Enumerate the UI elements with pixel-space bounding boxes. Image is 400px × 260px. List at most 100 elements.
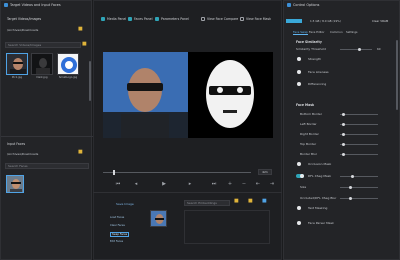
- occlusion-mask-toggle[interactable]: [297, 162, 301, 166]
- toggle-label: Media Panel: [107, 17, 127, 21]
- target-path[interactable]: \Archives\Downloads: [7, 28, 38, 32]
- filter-icon[interactable]: ■: [82, 41, 87, 47]
- video-frame: [103, 52, 273, 138]
- next-icon[interactable]: ▸: [186, 181, 194, 187]
- size-slider[interactable]: [340, 187, 378, 188]
- input-face-thumbnail[interactable]: [6, 175, 24, 193]
- divider: [1, 136, 93, 137]
- differencing-toggle[interactable]: [297, 82, 301, 86]
- tab-face-swap[interactable]: Face Swap: [293, 30, 308, 35]
- tab-face-editor[interactable]: Face Editor: [309, 30, 325, 34]
- embedding-search-input[interactable]: Search Embeddings: [184, 200, 230, 206]
- embedding-list[interactable]: [184, 210, 270, 244]
- mask-row-slider[interactable]: [340, 124, 378, 125]
- toggle-parameters-panel[interactable]: Parameters Panel: [155, 17, 189, 21]
- dfl-xseg-handle[interactable]: [351, 175, 354, 178]
- remove-marker-icon[interactable]: −: [240, 181, 248, 187]
- vram-bar: [286, 19, 302, 23]
- prev-marker-icon[interactable]: ⇤: [254, 181, 262, 187]
- mask-row-label: Border Blur: [300, 152, 318, 156]
- similarity-threshold-label: Similarity Threshold: [296, 47, 326, 51]
- seek-bar[interactable]: [103, 172, 251, 173]
- text-masking-label: Text Masking: [308, 206, 328, 210]
- found-face-thumbnail[interactable]: [150, 210, 167, 227]
- similarity-threshold-slider[interactable]: [340, 49, 372, 50]
- tab-common[interactable]: Common: [330, 30, 343, 34]
- target-header: Target Videos/Images: [7, 17, 42, 21]
- dfl-xseg-label: DFL XSeg Mask: [308, 174, 332, 178]
- seek-handle[interactable]: [113, 170, 116, 175]
- next-marker-icon[interactable]: ⇥: [268, 181, 276, 187]
- strength-toggle[interactable]: [297, 57, 301, 61]
- scrollbar[interactable]: [89, 61, 91, 101]
- swap-faces-button[interactable]: Swap Faces: [110, 232, 130, 237]
- face-parser-toggle[interactable]: [297, 221, 301, 225]
- mask-row-slider[interactable]: [340, 154, 378, 155]
- checkbox-icon[interactable]: [201, 17, 205, 21]
- mask-row-slider[interactable]: [340, 144, 378, 145]
- first-frame-icon[interactable]: ⏮: [114, 181, 122, 187]
- dfl-xseg-toggle[interactable]: [296, 174, 304, 178]
- edit-faces-button[interactable]: Edit Faces: [110, 240, 123, 243]
- target-caption: SmallLogo.jpg: [58, 76, 78, 79]
- panel-icon: [287, 3, 291, 7]
- save-image-label[interactable]: Save Image: [116, 202, 134, 206]
- target-search-input[interactable]: Search Videos/Images: [5, 42, 81, 48]
- input-path[interactable]: \Archives\Downloads: [7, 152, 38, 156]
- face-search-input[interactable]: Search Faces: [5, 163, 89, 169]
- tab-settings[interactable]: Settings: [346, 30, 357, 34]
- dfl-xseg-slider[interactable]: [340, 176, 378, 177]
- toggle-face-compare[interactable]: View Face Compare: [201, 17, 238, 21]
- size-label: Size: [300, 185, 307, 189]
- target-thumbnail[interactable]: [57, 53, 79, 75]
- toggle-label: View Face Compare: [207, 17, 239, 21]
- checkbox-icon[interactable]: [155, 17, 159, 21]
- folder-icon[interactable]: ■: [78, 26, 83, 32]
- occlusion-mask-label: Occlusion Mask: [308, 162, 332, 166]
- similarity-threshold-handle[interactable]: [357, 48, 361, 51]
- save-as-icon[interactable]: ■: [262, 198, 267, 204]
- clear-faces-button[interactable]: Clear Faces: [110, 224, 125, 227]
- right-panel-title: Control Options: [293, 3, 320, 7]
- text-masking-toggle[interactable]: [297, 206, 301, 210]
- logo-thumbnail-image: [58, 54, 78, 74]
- faces-divider: [93, 192, 282, 193]
- scrollbar[interactable]: [396, 40, 398, 110]
- right-panel-titlebar: Control Options: [287, 3, 319, 7]
- previous-icon[interactable]: ◂: [132, 181, 140, 187]
- load-faces-button[interactable]: Load Faces: [110, 216, 124, 219]
- size-handle[interactable]: [349, 186, 352, 189]
- face-likeness-label: Face Likeness: [308, 70, 329, 74]
- toggle-media-panel[interactable]: Media Panel: [101, 17, 126, 21]
- target-thumbnail-image: [7, 54, 27, 74]
- target-caption: Dark.jpg: [36, 76, 48, 79]
- video-display[interactable]: [103, 52, 273, 138]
- mask-row-slider[interactable]: [340, 114, 378, 115]
- vram-status: 1.5 GB / 8.0 GB (19%): [310, 19, 341, 23]
- strength-label: Strength: [308, 57, 321, 61]
- occluded-blur-slider[interactable]: [340, 198, 378, 199]
- differencing-label: Differencing: [308, 82, 327, 86]
- target-thumbnail[interactable]: [31, 53, 53, 75]
- toggle-label: Faces Panel: [134, 17, 153, 21]
- save-embedding-icon[interactable]: ■: [234, 198, 239, 204]
- mask-row-slider[interactable]: [340, 134, 378, 135]
- open-embedding-icon[interactable]: ■: [248, 198, 253, 204]
- folder-icon[interactable]: ■: [78, 149, 83, 155]
- toggle-face-mask[interactable]: View Face Mask: [240, 17, 271, 21]
- clear-vram-button[interactable]: Clear VRAM: [372, 19, 388, 23]
- checkbox-icon[interactable]: [240, 17, 244, 21]
- toggle-faces-panel[interactable]: Faces Panel: [128, 17, 152, 21]
- checkbox-icon[interactable]: [101, 17, 105, 21]
- target-thumbnail-image: [32, 54, 52, 74]
- similarity-threshold-value[interactable]: 60: [377, 47, 381, 51]
- target-thumbnail[interactable]: [6, 53, 28, 75]
- occluded-blur-handle[interactable]: [349, 197, 352, 200]
- last-frame-icon[interactable]: ⏭: [210, 181, 218, 187]
- add-marker-icon[interactable]: +: [226, 181, 234, 187]
- frame-number-input[interactable]: 421: [258, 169, 272, 175]
- checkbox-icon[interactable]: [128, 17, 132, 21]
- play-icon[interactable]: ▶: [160, 181, 168, 187]
- face-likeness-toggle[interactable]: [297, 70, 301, 74]
- left-panel: Target Videos and Input Faces Target Vid…: [0, 0, 93, 260]
